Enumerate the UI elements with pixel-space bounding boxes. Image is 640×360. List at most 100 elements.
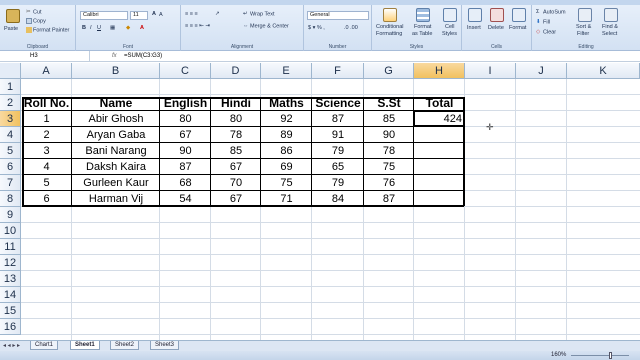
data-cell[interactable]: 68 [160, 175, 211, 191]
column-header-h[interactable]: H [414, 63, 465, 79]
format-painter-button[interactable]: Format Painter [26, 27, 69, 34]
data-cell[interactable]: 85 [364, 111, 414, 127]
row-header-12[interactable]: 12 [0, 255, 21, 271]
row-header-10[interactable]: 10 [0, 223, 21, 239]
sort-filter-button[interactable]: Sort & [576, 24, 591, 31]
currency-icon[interactable]: $ ▾ % , [308, 25, 325, 32]
data-cell[interactable]: 78 [364, 143, 414, 159]
format-icon[interactable] [512, 8, 526, 22]
delete-icon[interactable] [490, 8, 504, 22]
underline-icon[interactable]: U [97, 25, 101, 32]
italic-icon[interactable]: I [90, 25, 92, 32]
data-cell[interactable]: 2 [21, 127, 72, 143]
data-cell[interactable]: 92 [261, 111, 312, 127]
align-top-icon[interactable]: ≡ ≡ ≡ [185, 11, 198, 18]
delete-button[interactable]: Delete [488, 25, 504, 32]
align-text-icon[interactable]: ≡ ≡ ≡ ⇤ ⇥ [185, 23, 210, 30]
data-cell[interactable]: 76 [364, 175, 414, 191]
row-header-3[interactable]: 3 [0, 111, 21, 127]
data-cell[interactable]: 65 [312, 159, 364, 175]
name-cell[interactable]: Bani Narang [72, 143, 160, 159]
column-header-i[interactable]: I [465, 63, 516, 79]
data-cell[interactable]: 86 [261, 143, 312, 159]
format-table-icon[interactable] [416, 8, 430, 22]
row-header-2[interactable]: 2 [0, 95, 21, 111]
total-cell[interactable] [414, 127, 465, 143]
sheet-tab-sheet2[interactable]: Sheet2 [110, 341, 140, 350]
column-header-b[interactable]: B [72, 63, 160, 79]
data-cell[interactable]: 79 [312, 175, 364, 191]
number-format-box[interactable]: General [307, 11, 369, 20]
sheet-tab-chart1[interactable]: Chart1 [30, 341, 59, 350]
paste-icon[interactable] [6, 9, 20, 23]
column-header-e[interactable]: E [261, 63, 312, 79]
total-cell[interactable] [414, 143, 465, 159]
sheet-tab-sheet3[interactable]: Sheet3 [150, 341, 180, 350]
sheet-nav-icon[interactable]: ◂ ◂ ▸ ▸ [3, 342, 20, 349]
merge-center-button[interactable]: ⇔ Merge & Center [243, 23, 289, 30]
data-cell[interactable]: 90 [364, 127, 414, 143]
row-header-14[interactable]: 14 [0, 287, 21, 303]
column-header-j[interactable]: J [516, 63, 567, 79]
data-cell[interactable]: 75 [261, 175, 312, 191]
clear-button[interactable]: ◇ Clear [536, 29, 556, 36]
autosum-button[interactable]: Σ AutoSum [536, 9, 566, 16]
data-cell[interactable]: 4 [21, 159, 72, 175]
data-cell[interactable]: 89 [261, 127, 312, 143]
fill-color-icon[interactable]: ◆ [126, 25, 130, 32]
select-all-corner[interactable] [0, 63, 21, 79]
column-header-k[interactable]: K [567, 63, 640, 79]
data-cell[interactable]: 80 [211, 111, 261, 127]
data-cell[interactable]: 67 [211, 159, 261, 175]
data-cell[interactable]: 1 [21, 111, 72, 127]
spreadsheet-grid[interactable]: A B C D E F G H I J K 1 2 3 4 5 6 7 8 9 10 11 12 13 14 15 16 Roll … [0, 63, 640, 340]
column-header-c[interactable]: C [160, 63, 211, 79]
row-header-13[interactable]: 13 [0, 271, 21, 287]
data-cell[interactable]: 79 [312, 143, 364, 159]
grow-font-icon[interactable]: A [152, 11, 156, 18]
data-cell[interactable]: 70 [211, 175, 261, 191]
row-header-15[interactable]: 15 [0, 303, 21, 319]
row-header-8[interactable]: 8 [0, 191, 21, 207]
data-cell[interactable]: 90 [160, 143, 211, 159]
row-header-6[interactable]: 6 [0, 159, 21, 175]
zoom-slider-knob[interactable] [609, 352, 612, 359]
column-header-g[interactable]: G [364, 63, 414, 79]
name-cell[interactable]: Daksh Kaira [72, 159, 160, 175]
row-header-4[interactable]: 4 [0, 127, 21, 143]
name-cell[interactable]: Abir Ghosh [72, 111, 160, 127]
shrink-font-icon[interactable]: A [159, 12, 163, 19]
paste-button[interactable]: Paste [4, 26, 18, 33]
data-cell[interactable]: 80 [160, 111, 211, 127]
data-cell[interactable]: 75 [364, 159, 414, 175]
format-table-button[interactable]: Format [414, 24, 431, 31]
row-header-9[interactable]: 9 [0, 207, 21, 223]
name-cell[interactable]: Aryan Gaba [72, 127, 160, 143]
conditional-formatting-icon[interactable] [383, 8, 397, 22]
conditional-formatting-button[interactable]: Conditional [376, 24, 404, 31]
wrap-text-button[interactable]: ↵ Wrap Text [243, 11, 275, 18]
column-header-a[interactable]: A [21, 63, 72, 79]
sort-filter-icon[interactable] [578, 8, 592, 22]
orientation-icon[interactable]: ↗ [215, 11, 220, 18]
binoculars-icon[interactable] [604, 8, 618, 22]
data-cell[interactable]: 69 [261, 159, 312, 175]
row-header-5[interactable]: 5 [0, 143, 21, 159]
format-button[interactable]: Format [509, 25, 526, 32]
row-header-16[interactable]: 16 [0, 319, 21, 335]
total-cell[interactable] [414, 175, 465, 191]
fx-icon[interactable]: fx [112, 51, 117, 61]
sheet-tab-sheet1[interactable]: Sheet1 [70, 341, 100, 350]
data-cell[interactable]: 87 [160, 159, 211, 175]
row-header-7[interactable]: 7 [0, 175, 21, 191]
find-select-button[interactable]: Find & [602, 24, 618, 31]
font-name-box[interactable]: Calibri [80, 11, 128, 20]
formula-input[interactable]: =SUM(C3:G3) [124, 51, 162, 61]
column-header-f[interactable]: F [312, 63, 364, 79]
zoom-slider[interactable] [571, 352, 629, 359]
decimal-icon[interactable]: .0 .00 [344, 25, 358, 32]
data-cell[interactable]: 5 [21, 175, 72, 191]
row-header-1[interactable]: 1 [0, 79, 21, 95]
cell-styles-button[interactable]: Cell [445, 24, 454, 31]
insert-icon[interactable] [468, 8, 482, 22]
